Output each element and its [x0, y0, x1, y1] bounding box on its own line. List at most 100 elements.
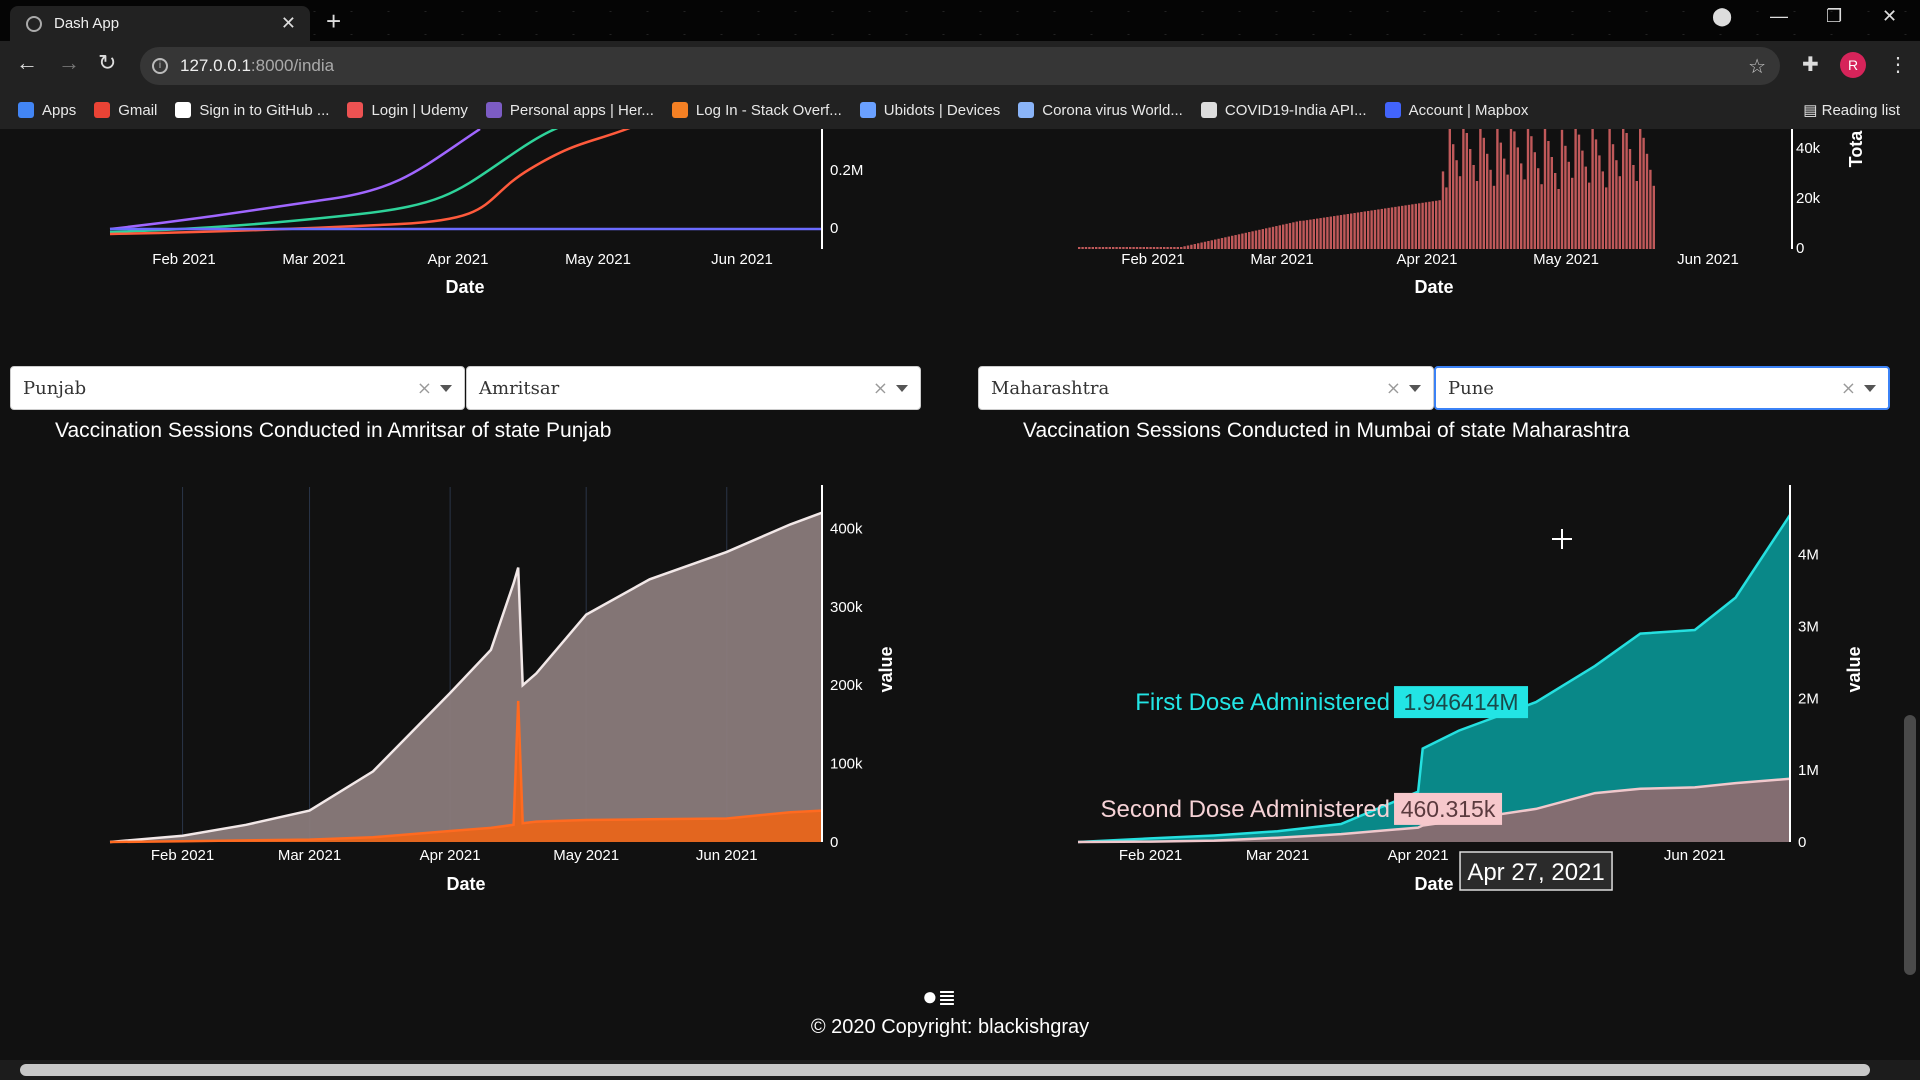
mumbai-vaccination-chart[interactable]: 4M 3M 2M 1M 0 Feb 2021 Mar 2021 Apr 2021 Jun 202… — [950, 469, 1900, 919]
amritsar-vaccination-chart[interactable]: 400k 300k 200k 100k 0 Feb 2021 Mar 2021 Apr 202… — [0, 469, 950, 919]
bar — [1611, 144, 1615, 249]
bookmark-star-icon[interactable]: ☆ — [1748, 54, 1766, 79]
bar — [1125, 247, 1128, 249]
bar — [1635, 181, 1638, 249]
minimize-button[interactable]: — — [1770, 6, 1788, 27]
close-window-button[interactable]: ✕ — [1882, 6, 1897, 27]
github-icon[interactable]: ● — [922, 981, 938, 1011]
bookmark-item[interactable]: Log In - Stack Overf... — [671, 102, 842, 119]
bar — [1506, 174, 1509, 249]
bar — [1146, 247, 1149, 249]
bar — [1203, 241, 1207, 249]
bar — [1261, 229, 1264, 249]
bar — [1598, 155, 1601, 249]
bar — [1421, 202, 1424, 249]
bar — [1438, 200, 1441, 249]
hover-value-second-dose: 460.315k — [1401, 796, 1496, 822]
bar — [1254, 230, 1258, 249]
chevron-down-icon[interactable] — [1864, 384, 1876, 392]
x-tick-label: Feb 2021 — [151, 847, 214, 864]
state-dropdown-left[interactable]: Punjab × — [10, 366, 465, 410]
footer-icons: ●≣ — [922, 981, 956, 1012]
new-tab-button[interactable]: + — [326, 6, 341, 37]
bar — [1530, 136, 1533, 249]
bar — [1265, 228, 1268, 249]
chart-title-right: Vaccination Sessions Conducted in Mumbai… — [1023, 419, 1630, 442]
bar — [1533, 152, 1536, 249]
bar — [1387, 207, 1390, 249]
omnibox[interactable]: i 127.0.0.1:8000/india ☆ — [140, 47, 1780, 85]
bookmark-icon — [1200, 102, 1217, 118]
horizontal-scroll-thumb[interactable] — [20, 1064, 1870, 1076]
chevron-down-icon[interactable] — [1409, 384, 1421, 392]
vertical-scrollbar[interactable] — [1900, 129, 1920, 1060]
bar — [1458, 176, 1462, 249]
back-icon[interactable]: ← — [16, 50, 38, 76]
avatar[interactable]: R — [1840, 52, 1866, 78]
menu-icon[interactable]: ⋮ — [1888, 52, 1908, 77]
bar — [1615, 160, 1618, 249]
chevron-down-icon[interactable] — [896, 384, 908, 392]
district-dropdown-left[interactable]: Amritsar × — [466, 366, 921, 410]
bar — [1282, 224, 1285, 249]
clear-icon[interactable]: × — [873, 378, 888, 399]
x-axis-title: Date — [446, 874, 485, 894]
bookmark-item[interactable]: Ubidots | Devices — [859, 102, 1000, 119]
bar — [1275, 226, 1278, 249]
bar — [1251, 231, 1254, 249]
bar — [1428, 201, 1431, 249]
bar — [1557, 189, 1560, 249]
clear-icon[interactable]: × — [417, 378, 432, 399]
bookmark-icon — [671, 102, 688, 118]
bookmark-item[interactable]: Sign in to GitHub ... — [175, 102, 329, 119]
bar — [1135, 247, 1139, 249]
bookmark-item[interactable]: Corona virus World... — [1018, 102, 1183, 119]
chevron-down-icon[interactable] — [440, 384, 452, 392]
x-tick-label: Feb 2021 — [1121, 251, 1184, 268]
bar — [1537, 168, 1540, 249]
bar — [1594, 139, 1598, 249]
clear-icon[interactable]: × — [1386, 378, 1401, 399]
district-dropdown-left-value: Amritsar — [479, 377, 560, 399]
bar — [1159, 247, 1162, 249]
y-tick-label: 40k — [1796, 140, 1821, 157]
reading-list-button[interactable]: ▤ Reading list — [1803, 101, 1900, 119]
bookmark-item[interactable]: Apps — [18, 102, 76, 119]
restore-button[interactable]: ❐ — [1826, 6, 1842, 27]
y-tick-label: 2M — [1798, 690, 1819, 707]
forward-icon[interactable]: → — [58, 50, 80, 76]
browser-tab[interactable]: Dash App ✕ — [10, 6, 310, 41]
site-info-icon[interactable]: i — [152, 58, 168, 74]
bar — [1278, 225, 1281, 249]
bar — [1224, 237, 1227, 249]
close-tab-icon[interactable]: ✕ — [281, 13, 296, 34]
profile-menu-icon[interactable]: ⬤ — [1712, 6, 1732, 27]
bar — [1649, 169, 1652, 249]
bar — [1105, 247, 1108, 249]
stackoverflow-icon[interactable]: ≣ — [938, 985, 956, 1010]
hover-label-second-dose: Second Dose Administered — [1101, 796, 1391, 823]
state-dropdown-right[interactable]: Maharashtra × — [978, 366, 1434, 410]
bookmark-item[interactable]: Gmail — [94, 102, 157, 119]
bar — [1316, 218, 1319, 249]
bar — [1394, 206, 1397, 249]
url-host: 127.0.0.1 — [180, 56, 251, 75]
district-dropdown-right[interactable]: Pune × — [1434, 366, 1890, 410]
y-axis-title: value — [1844, 646, 1864, 692]
horizontal-scrollbar[interactable] — [0, 1060, 1920, 1080]
bookmark-item[interactable]: COVID19-India API... — [1200, 102, 1367, 119]
bar — [1452, 144, 1455, 249]
bar — [1513, 131, 1516, 249]
bookmark-item[interactable]: Login | Udemy — [347, 102, 468, 119]
vertical-scroll-thumb[interactable] — [1904, 715, 1916, 975]
clear-icon[interactable]: × — [1841, 378, 1856, 399]
bookmark-item[interactable]: Account | Mapbox — [1384, 102, 1528, 119]
bar — [1237, 234, 1241, 249]
bar — [1200, 242, 1203, 249]
bookmark-item[interactable]: Personal apps | Her... — [485, 102, 654, 119]
extensions-icon[interactable]: ✚ — [1802, 52, 1819, 77]
bar — [1129, 247, 1132, 249]
bar — [1288, 223, 1292, 249]
bar — [1346, 214, 1349, 249]
reload-icon[interactable]: ↻ — [98, 50, 116, 76]
